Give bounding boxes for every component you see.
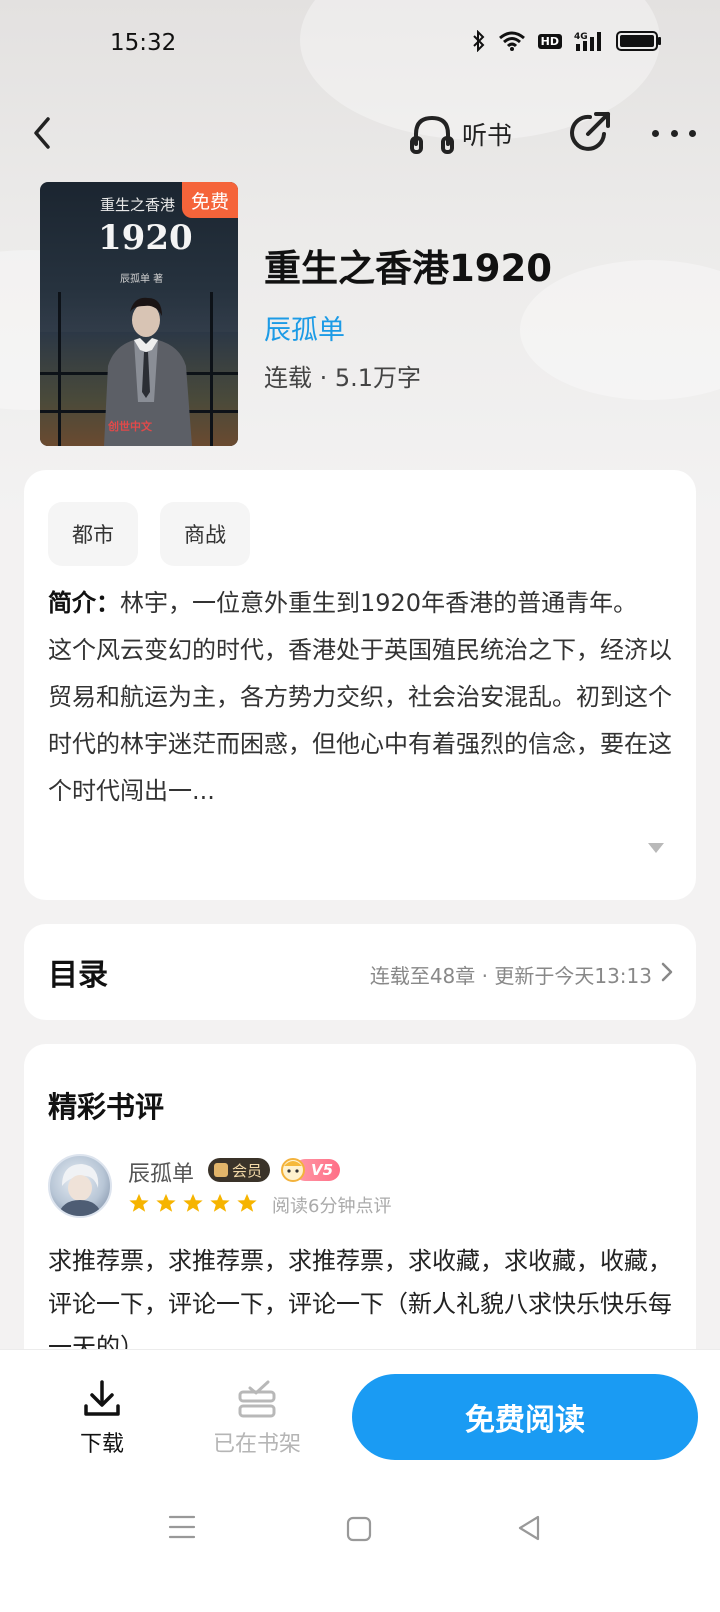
star-icon (237, 1193, 257, 1212)
avatar-image (58, 1164, 102, 1216)
system-back-icon[interactable] (516, 1514, 542, 1542)
reviews-title: 精彩书评 (48, 1090, 165, 1124)
member-icon (214, 1163, 228, 1177)
wifi-icon (498, 31, 525, 51)
cover-big-title: 1920 (98, 218, 193, 258)
status-time: 15:32 (110, 30, 177, 56)
member-badge: 会员 (208, 1158, 271, 1182)
star-icon (156, 1193, 176, 1212)
rating-stars (128, 1192, 258, 1214)
intro-paragraph-1: 林宇，一位意外重生到1920年香港的普通青年。 (120, 589, 638, 617)
toc-status: 连载至48章 · 更新于今天13:13 (369, 964, 652, 988)
home-icon[interactable] (346, 1516, 372, 1542)
more-button[interactable] (652, 118, 696, 148)
more-dots-icon (689, 129, 696, 137)
cover-small-title: 重生之香港 (100, 196, 176, 214)
listen-button[interactable]: 听书 (410, 112, 512, 156)
share-button[interactable] (566, 110, 612, 156)
intro-paragraph-2: 这个风云变幻的时代，香港处于英国殖民统治之下，经济以贸易和航运为主，各方势力交织… (48, 636, 672, 805)
chevron-right-icon (661, 962, 673, 982)
status-icons: HD 4G (472, 30, 662, 52)
download-label: 下载 (79, 1432, 124, 1457)
bookshelf-button[interactable]: 已在书架 (202, 1378, 312, 1458)
free-badge: 免费 (182, 182, 238, 218)
member-badge-label: 会员 (232, 1161, 263, 1180)
book-meta: 连载 · 5.1万字 (264, 364, 422, 392)
more-dots-icon (652, 129, 659, 137)
tag-dushi[interactable]: 都市 (48, 502, 138, 566)
hd-icon: HD (537, 33, 562, 49)
bookshelf-label: 已在书架 (212, 1432, 301, 1457)
star-icon (210, 1193, 230, 1212)
cover-logo: 创世中文 (108, 420, 152, 433)
level-badge: V5 (280, 1156, 340, 1182)
book-title: 重生之香港1920 (264, 247, 552, 290)
battery-icon (616, 31, 661, 51)
signal-4g-icon: 4G (574, 32, 601, 51)
toc-card[interactable]: 目录 连载至48章 · 更新于今天13:13 (24, 924, 696, 1020)
intro-label: 简介： (48, 589, 120, 617)
cover-decoration (58, 292, 61, 446)
status-bar: 15:32 HD 4G (0, 0, 720, 90)
back-button[interactable] (22, 108, 62, 158)
book-cover[interactable]: 重生之香港 1920 辰孤单 著 创世中文 (40, 182, 238, 446)
intro-text[interactable]: 简介：林宇，一位意外重生到1920年香港的普通青年。 这个风云变幻的时代，香港处… (48, 580, 672, 815)
download-button[interactable]: 下载 (62, 1378, 142, 1458)
book-author-link[interactable]: 辰孤单 (264, 308, 345, 347)
headphones-icon (410, 115, 454, 154)
bottom-action-bar: 下载 已在书架 免费阅读 (0, 1350, 720, 1612)
tag-shangzhan[interactable]: 商战 (160, 502, 250, 566)
star-icon (129, 1193, 149, 1212)
mascot-icon (281, 1158, 305, 1182)
svg-text:4G: 4G (574, 32, 588, 42)
download-icon (84, 1380, 120, 1416)
recent-apps-icon[interactable] (168, 1514, 196, 1540)
system-navigation-bar (0, 1490, 720, 1570)
reviews-card: 精彩书评 辰孤单 会员 V5 阅读6分钟点评 求推荐票，求推荐票，求推荐票，求收… (24, 1044, 696, 1374)
review-hint: 阅读6分钟点评 (272, 1196, 392, 1217)
reviewer-name[interactable]: 辰孤单 (128, 1156, 194, 1188)
star-icon (183, 1193, 203, 1212)
cover-author: 辰孤单 著 (120, 274, 164, 285)
share-icon (570, 112, 610, 151)
listen-label: 听书 (462, 121, 513, 150)
back-arrow-icon (34, 117, 50, 149)
bookshelf-icon (238, 1380, 276, 1418)
cover-decoration (210, 292, 213, 446)
bluetooth-icon (472, 30, 485, 52)
avatar[interactable] (48, 1154, 112, 1218)
expand-down-icon[interactable] (646, 840, 666, 856)
free-read-button[interactable]: 免费阅读 (352, 1374, 698, 1460)
toc-title: 目录 (48, 958, 108, 993)
more-dots-icon (670, 129, 678, 137)
intro-card: 都市 商战 简介：林宇，一位意外重生到1920年香港的普通青年。 这个风云变幻的… (24, 470, 696, 900)
